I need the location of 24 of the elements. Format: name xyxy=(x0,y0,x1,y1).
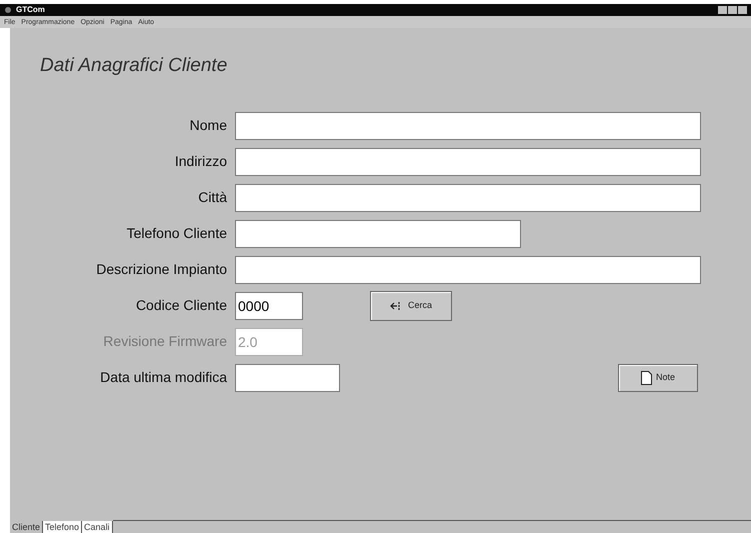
text-field[interactable] xyxy=(235,220,521,248)
document-icon xyxy=(640,370,652,384)
tab[interactable]: Cliente xyxy=(10,521,44,533)
form-heading: Dati Anagrafici Cliente xyxy=(40,54,228,78)
text-field[interactable] xyxy=(235,256,701,284)
tab[interactable]: Telefono xyxy=(43,521,82,533)
action-button[interactable]: Note xyxy=(618,364,698,392)
field-label: Codice Cliente xyxy=(134,296,228,315)
text-field[interactable] xyxy=(235,364,340,392)
field-label: Descrizione Impianto xyxy=(95,260,228,279)
field-label: Città xyxy=(197,188,228,207)
text-field[interactable] xyxy=(235,112,701,140)
app-icon xyxy=(4,6,12,14)
text-field[interactable] xyxy=(235,184,701,212)
field-label: Data ultima modifica xyxy=(99,368,228,387)
window-title: GTCom xyxy=(16,6,45,14)
field-label: Telefono Cliente xyxy=(126,224,228,243)
field-label: Nome xyxy=(188,116,228,135)
action-button[interactable]: Cerca xyxy=(370,290,452,320)
text-field[interactable]: 0000 xyxy=(235,292,303,320)
field-label: Revisione Firmware xyxy=(102,332,228,351)
field-label: Indirizzo xyxy=(174,152,228,171)
text-field[interactable] xyxy=(235,148,701,176)
tab[interactable]: Canali xyxy=(82,521,113,533)
